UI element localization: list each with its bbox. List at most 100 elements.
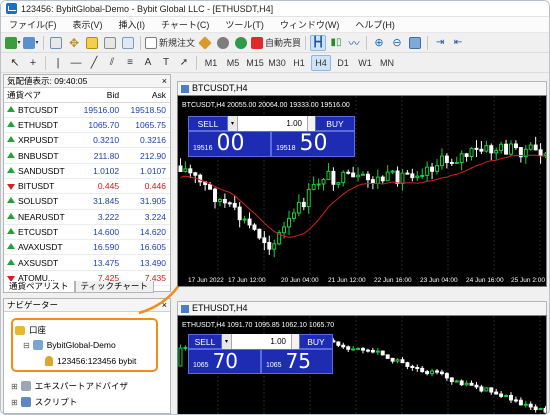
channel-button[interactable]: ⫽ <box>104 55 120 71</box>
strategy-tester-button[interactable] <box>120 35 136 51</box>
ask-cell: 19518.50 <box>123 102 170 118</box>
horizontal-line-button[interactable]: — <box>68 55 84 71</box>
lot-spinner[interactable] <box>291 334 299 349</box>
symbol-column-header[interactable]: 通貨ペア <box>4 88 77 103</box>
menu-tools[interactable]: ツール(T) <box>217 18 272 31</box>
chart-window-ethusdt[interactable]: ETHUSDT,H4 <box>177 301 547 315</box>
zoom-in-button[interactable]: ⊕ <box>371 35 387 51</box>
market-watch-button[interactable] <box>48 35 64 51</box>
close-icon[interactable]: × <box>162 75 167 88</box>
toolbar-separator <box>45 55 46 70</box>
timeframe-h4-button[interactable]: H4 <box>311 54 331 71</box>
btc-bid-price[interactable]: 19516 00 <box>188 131 271 157</box>
fibonacci-button[interactable]: ≡ <box>122 55 138 71</box>
zoom-out-button[interactable]: ⊖ <box>389 35 405 51</box>
market-watch-row[interactable]: ETHUSDT 1065.70 1065.75 <box>4 117 170 134</box>
eth-bid-price[interactable]: 1065 70 <box>188 349 261 374</box>
new-order-button[interactable]: 新規注文 <box>145 35 195 51</box>
timeframe-m5-button[interactable]: M5 <box>223 55 243 71</box>
timeframe-m1-button[interactable]: M1 <box>201 55 221 71</box>
auto-scroll-button[interactable]: ⇥ <box>432 35 448 51</box>
metaeditor-button[interactable] <box>197 35 213 51</box>
chart-window-btcusdt[interactable]: BTCUSDT,H4 <box>177 81 547 95</box>
autotrade-button[interactable]: 自動売買 <box>251 35 301 51</box>
candle-body <box>252 224 257 230</box>
chart-title-btcusdt: BTCUSDT,H4 <box>192 83 248 93</box>
market-watch-row[interactable]: AVAXUSDT 16.590 16.605 <box>4 239 170 256</box>
tree-scripts[interactable]: ⊞ スクリプト <box>11 396 77 408</box>
market-watch-row[interactable]: SOLUSDT 31.845 31.905 <box>4 193 170 210</box>
tile-windows-button[interactable] <box>407 35 423 51</box>
candle-body <box>390 357 395 362</box>
candle-body <box>484 387 489 392</box>
tab-symbol-list[interactable]: 通貨ペアリスト <box>3 281 75 293</box>
market-watch-row[interactable]: SANDUSDT 1.0102 1.0107 <box>4 163 170 179</box>
new-chart-button[interactable]: ▾ <box>5 35 21 51</box>
bar-chart-button[interactable]: ┣┫ <box>310 34 327 51</box>
navigator-button[interactable] <box>84 35 100 51</box>
timeframe-w1-button[interactable]: W1 <box>355 55 375 71</box>
lot-spinner[interactable] <box>307 116 315 131</box>
chart-ethusdt[interactable]: ETHUSDT,H4 1091.70 1095.85 1062.10 1065.… <box>177 315 547 414</box>
market-watch-row[interactable]: ETCUSDT 14.600 14.620 <box>4 224 170 241</box>
arrow-tool-button[interactable]: ➚ <box>176 55 192 71</box>
menu-window[interactable]: ウィンドウ(W) <box>272 18 348 31</box>
market-watch-row[interactable]: BTCUSDT 19516.00 19518.50 <box>4 102 170 118</box>
signals-button[interactable] <box>233 35 249 51</box>
data-window-button[interactable]: ✥ <box>66 35 82 51</box>
market-button[interactable] <box>215 35 231 51</box>
chart-shift-icon: ⇤ <box>453 37 463 48</box>
menu-file[interactable]: ファイル(F) <box>1 18 65 31</box>
eth-buy-button[interactable]: BUY <box>299 334 333 349</box>
vertical-line-button[interactable]: | <box>50 55 66 71</box>
tree-expert-advisors[interactable]: ⊞ エキスパートアドバイザ <box>11 380 128 392</box>
text-tool-button[interactable]: A <box>140 55 156 71</box>
eth-lot-input[interactable]: ▾ 1.00 <box>222 334 299 349</box>
expand-icon: ⊞ <box>11 397 18 407</box>
menu-view[interactable]: 表示(V) <box>65 18 111 31</box>
symbol-cell: XRPUSDT <box>4 132 77 149</box>
cursor-button[interactable]: ↖ <box>7 55 23 71</box>
symbol-cell: SOLUSDT <box>4 193 77 210</box>
btc-buy-button[interactable]: BUY <box>315 116 355 131</box>
bid-column-header[interactable]: Bid <box>76 88 124 103</box>
ask-column-header[interactable]: Ask <box>123 88 170 103</box>
chart-btcusdt[interactable]: BTCUSDT,H4 20055.00 20064.00 19333.00 19… <box>177 95 547 287</box>
timeframe-d1-button[interactable]: D1 <box>333 55 353 71</box>
market-watch-row[interactable]: BNBUSDT 211.80 212.90 <box>4 147 170 164</box>
price-up-icon <box>7 105 15 114</box>
symbol-name: SANDUSDT <box>18 165 65 176</box>
label-tool-button[interactable]: T <box>158 55 174 71</box>
menu-insert[interactable]: 挿入(I) <box>111 18 154 31</box>
btc-bid-big: 00 <box>216 131 245 156</box>
market-watch-row[interactable]: BITUSDT 0.445 0.446 <box>4 178 170 195</box>
menu-chart[interactable]: チャート(C) <box>153 18 217 31</box>
bid-cell: 13.475 <box>76 254 124 271</box>
candle-body <box>464 153 469 157</box>
btc-time-axis: 17 Jun 2022 17 Jun 12:00 20 Jun 04:00 21… <box>178 276 546 286</box>
candlestick-button[interactable]: ▮▯ <box>328 35 344 51</box>
btc-sell-button[interactable]: SELL <box>188 116 228 131</box>
btc-ask-price[interactable]: 19518 50 <box>271 131 355 157</box>
bid-cell: 16.590 <box>76 239 124 256</box>
horizontal-line-icon: — <box>70 56 82 69</box>
candle-body <box>499 143 504 151</box>
eth-ask-price[interactable]: 1065 75 <box>261 349 333 374</box>
terminal-button[interactable] <box>102 35 118 51</box>
eth-sell-button[interactable]: SELL <box>188 334 222 349</box>
crosshair-button[interactable]: + <box>25 55 41 71</box>
chart-shift-button[interactable]: ⇤ <box>450 35 466 51</box>
timeframe-h1-button[interactable]: H1 <box>289 55 309 71</box>
timeframe-m15-button[interactable]: M15 <box>245 55 265 71</box>
btc-lot-input[interactable]: ▾ 1.00 <box>228 116 315 131</box>
profiles-button[interactable]: ▾ <box>23 35 39 51</box>
market-watch-row[interactable]: NEARUSDT 3.222 3.224 <box>4 209 170 225</box>
timeframe-mn-button[interactable]: MN <box>377 55 397 71</box>
trendline-button[interactable]: ╱ <box>86 55 102 71</box>
market-watch-row[interactable]: XRPUSDT 0.3210 0.3216 <box>4 132 170 149</box>
line-chart-button[interactable]: 〰 <box>346 35 362 51</box>
menu-help[interactable]: ヘルプ(H) <box>347 18 403 31</box>
candle-body <box>518 399 523 406</box>
timeframe-m30-button[interactable]: M30 <box>267 55 287 71</box>
candle-body <box>183 168 188 172</box>
